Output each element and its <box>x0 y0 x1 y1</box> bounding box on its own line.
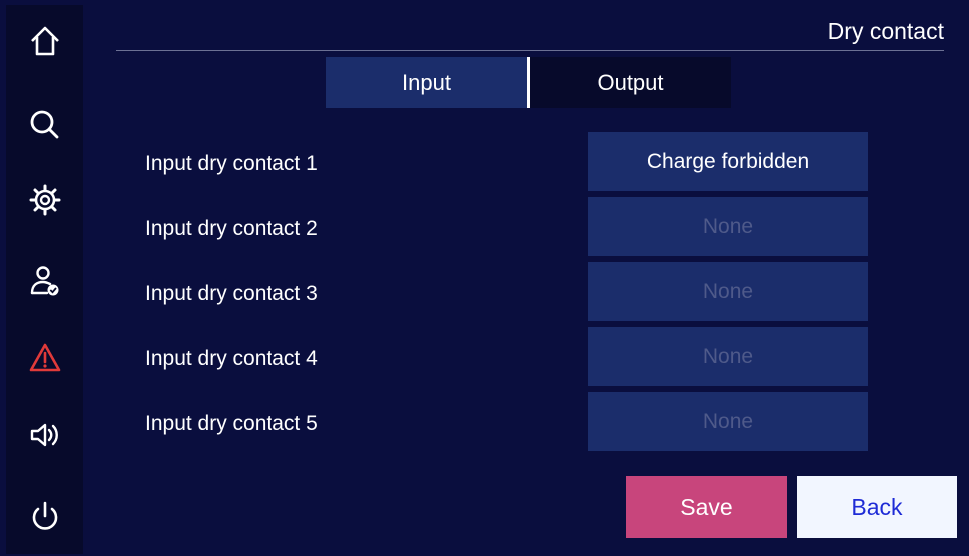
row-label-2: Input dry contact 2 <box>145 217 318 240</box>
row-value-3[interactable]: None <box>588 262 868 321</box>
warning-icon <box>29 343 60 372</box>
row-label-5: Input dry contact 5 <box>145 412 318 435</box>
gear-icon <box>29 184 60 216</box>
tab-input[interactable]: Input <box>326 57 527 108</box>
sidebar-item-power[interactable] <box>6 487 83 547</box>
sidebar-item-user[interactable] <box>6 251 83 311</box>
speaker-icon <box>30 423 58 447</box>
row-value-5[interactable]: None <box>588 392 868 451</box>
row-label-1: Input dry contact 1 <box>145 152 318 175</box>
home-icon <box>30 26 59 56</box>
sidebar <box>6 5 83 554</box>
sidebar-item-alarm[interactable] <box>6 328 83 388</box>
row-value-1[interactable]: Charge forbidden <box>588 132 868 191</box>
back-button[interactable]: Back <box>797 476 957 538</box>
sidebar-item-sound[interactable] <box>6 405 83 465</box>
user-check-icon <box>30 266 58 296</box>
sidebar-item-home[interactable] <box>6 11 83 71</box>
screen: Dry contact Input Output Input dry conta… <box>6 5 969 554</box>
power-icon <box>32 501 57 530</box>
save-button[interactable]: Save <box>626 476 787 538</box>
search-icon <box>30 110 58 139</box>
sidebar-item-settings[interactable] <box>6 170 83 230</box>
title-divider <box>116 50 944 51</box>
row-value-2[interactable]: None <box>588 197 868 256</box>
row-label-3: Input dry contact 3 <box>145 282 318 305</box>
row-value-4[interactable]: None <box>588 327 868 386</box>
sidebar-item-search[interactable] <box>6 95 83 155</box>
row-label-4: Input dry contact 4 <box>145 347 318 370</box>
page-title: Dry contact <box>827 18 944 44</box>
tab-output[interactable]: Output <box>530 57 731 108</box>
